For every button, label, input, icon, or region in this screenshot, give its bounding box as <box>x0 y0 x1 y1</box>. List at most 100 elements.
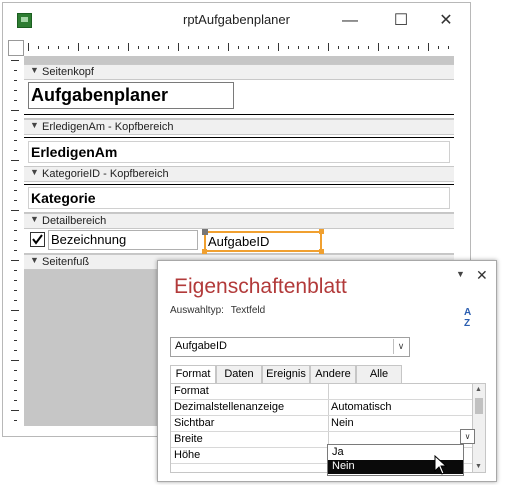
sichtbar-dropdown-button[interactable]: ∨ <box>460 429 475 444</box>
kategorie-header-band[interactable]: Kategorie <box>24 182 454 212</box>
dropdown-option-label: Nein <box>332 460 355 472</box>
section-label: Seitenkopf <box>42 66 94 78</box>
minimize-button[interactable]: — <box>328 7 372 35</box>
ruler-tick <box>14 400 17 401</box>
ruler-tick <box>328 43 329 51</box>
ruler-tick <box>98 46 99 49</box>
section-arrow-icon: ▼ <box>30 255 39 265</box>
ruler-tick <box>368 46 369 49</box>
move-handle[interactable] <box>202 229 208 235</box>
selection-type-value: Textfeld <box>230 305 266 316</box>
ruler-tick <box>14 180 17 181</box>
ruler-tick <box>428 43 429 51</box>
ruler-tick <box>14 90 17 91</box>
resize-handle[interactable] <box>319 229 324 234</box>
group-separator-line[interactable] <box>24 137 454 138</box>
group-separator-line[interactable] <box>24 184 454 185</box>
section-bar-detail[interactable]: ▼ Detailbereich <box>24 213 454 229</box>
ruler-tick <box>188 46 189 49</box>
ruler-tick <box>318 46 319 49</box>
erledigen-am-field[interactable]: ErledigenAm <box>28 141 450 163</box>
chevron-down-icon[interactable]: ∨ <box>393 339 408 354</box>
section-bar-kategorie-header[interactable]: ▼ KategorieID - Kopfbereich <box>24 166 454 182</box>
ruler-tick <box>28 43 29 51</box>
ruler-tick <box>14 80 17 81</box>
ruler-tick <box>14 190 17 191</box>
ruler-tick <box>118 46 119 49</box>
property-grid-scrollbar[interactable]: ▲ ▼ <box>472 383 486 473</box>
property-row-sichtbar[interactable]: Sichtbar Nein <box>171 416 473 432</box>
ruler-tick <box>14 420 17 421</box>
ruler-tick <box>78 43 79 51</box>
section-label: Detailbereich <box>42 215 107 227</box>
property-value[interactable]: Automatisch <box>331 401 392 413</box>
bezeichnung-text: Bezeichnung <box>51 232 127 247</box>
ruler-tick <box>11 110 19 111</box>
ruler-tick <box>14 100 17 101</box>
tab-alle[interactable]: Alle <box>356 365 402 384</box>
ruler-tick <box>14 70 17 71</box>
aufgabe-id-text: AufgabeID <box>208 234 270 249</box>
ruler-tick <box>128 43 129 51</box>
close-button[interactable]: ✕ <box>424 7 468 35</box>
erledigen-header-band[interactable]: ErledigenAm <box>24 135 454 166</box>
ruler-tick <box>228 43 229 51</box>
tab-ereignis[interactable]: Ereignis <box>262 365 310 384</box>
property-name: Format <box>174 385 209 397</box>
maximize-button[interactable]: ☐ <box>379 7 423 35</box>
chevron-down-icon[interactable]: ▼ <box>456 269 465 279</box>
ruler-tick <box>14 380 17 381</box>
ruler-corner-selector[interactable] <box>8 40 24 56</box>
tab-daten[interactable]: Daten <box>216 365 262 384</box>
property-row-format[interactable]: Format <box>171 384 473 400</box>
vertical-ruler[interactable] <box>8 56 22 426</box>
ruler-tick <box>11 60 19 61</box>
ruler-tick <box>268 46 269 49</box>
ruler-tick <box>88 46 89 49</box>
bezeichnung-field[interactable]: Bezeichnung <box>48 230 198 250</box>
aufgabe-id-field[interactable]: AufgabeID <box>202 229 324 254</box>
ruler-tick <box>14 290 17 291</box>
ruler-tick <box>11 310 19 311</box>
title-bar[interactable]: rptAufgabenplaner — ☐ ✕ <box>3 3 470 39</box>
ruler-tick <box>14 300 17 301</box>
ruler-tick <box>178 43 179 51</box>
property-row-dezimalstellen[interactable]: Dezimalstellenanzeige Automatisch <box>171 400 473 416</box>
ruler-tick <box>278 43 279 51</box>
ruler-tick <box>108 46 109 49</box>
ruler-tick <box>438 46 439 49</box>
tab-andere[interactable]: Andere <box>310 365 356 384</box>
scroll-down-icon[interactable]: ▼ <box>475 463 482 470</box>
section-label: KategorieID - Kopfbereich <box>42 168 169 180</box>
ruler-tick <box>408 46 409 49</box>
horizontal-ruler[interactable] <box>24 40 454 54</box>
ruler-tick <box>338 46 339 49</box>
ruler-tick <box>11 260 19 261</box>
ruler-tick <box>398 46 399 49</box>
ruler-tick <box>308 46 309 49</box>
section-bar-erledigen-header[interactable]: ▼ ErledigenAm - Kopfbereich <box>24 119 454 135</box>
erledigt-checkbox[interactable] <box>30 232 45 247</box>
scroll-up-icon[interactable]: ▲ <box>475 386 482 393</box>
ruler-tick <box>14 220 17 221</box>
ruler-tick <box>258 46 259 49</box>
ruler-tick <box>168 46 169 49</box>
header-separator-line[interactable] <box>24 114 454 115</box>
kategorie-text: Kategorie <box>31 190 96 206</box>
ruler-tick <box>14 200 17 201</box>
detail-band[interactable]: Bezeichnung AufgabeID <box>24 229 454 254</box>
sort-icon[interactable]: AZ <box>464 307 471 329</box>
title-label-control[interactable]: Aufgabenplaner <box>28 82 234 109</box>
tab-format[interactable]: Format <box>170 365 216 384</box>
section-arrow-icon: ▼ <box>30 65 39 75</box>
scroll-thumb[interactable] <box>475 398 483 414</box>
ruler-tick <box>248 46 249 49</box>
close-icon[interactable]: ✕ <box>476 267 488 284</box>
object-selector-combo[interactable]: AufgabeID ∨ <box>170 337 410 357</box>
section-label: ErledigenAm - Kopfbereich <box>42 121 174 133</box>
ruler-tick <box>48 46 49 49</box>
page-header-band[interactable]: Aufgabenplaner <box>24 80 454 118</box>
section-bar-page-header[interactable]: ▼ Seitenkopf <box>24 64 454 80</box>
kategorie-field[interactable]: Kategorie <box>28 187 450 209</box>
property-value[interactable]: Nein <box>331 417 354 429</box>
